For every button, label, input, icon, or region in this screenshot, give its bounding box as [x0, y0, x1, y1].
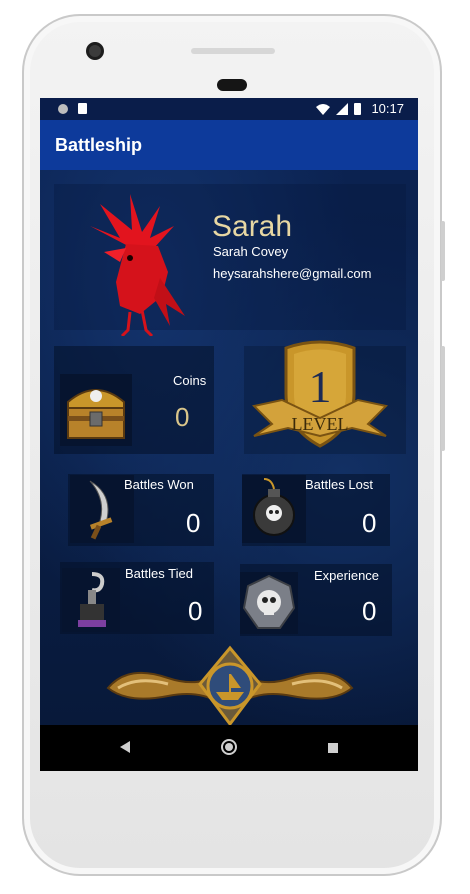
- back-icon[interactable]: [120, 741, 130, 753]
- hook-icon: [62, 568, 120, 632]
- experience-value: 0: [362, 596, 377, 626]
- treasure-chest-icon: [60, 374, 132, 446]
- battles-tied-value: 0: [188, 596, 203, 626]
- profile-content: Sarah Sarah Covey heysarahshere@gmail.co…: [40, 170, 418, 728]
- front-camera: [86, 42, 104, 60]
- wifi-icon: [316, 103, 331, 115]
- battles-won-value: 0: [186, 508, 201, 538]
- app-title: Battleship: [55, 135, 143, 155]
- profile-email: heysarahshere@gmail.com: [213, 266, 372, 281]
- status-bar: 10:17: [40, 98, 418, 120]
- screen: 10:17 Battleship Sarah Sarah Covey heysa…: [40, 98, 418, 771]
- power-button: [441, 221, 445, 281]
- experience-label: Experience: [314, 568, 380, 583]
- nav-bar: [40, 725, 418, 771]
- battles-lost-label: Battles Lost: [305, 477, 373, 492]
- battles-lost-value: 0: [362, 508, 377, 538]
- home-icon[interactable]: [221, 739, 237, 755]
- volume-button: [441, 346, 445, 451]
- profile-full-name: Sarah Covey: [213, 244, 289, 259]
- level-number: 1: [309, 361, 332, 412]
- level-label: LEVEL: [292, 414, 349, 434]
- sd-card-icon: [78, 103, 87, 114]
- red-bird-icon: [90, 194, 185, 336]
- battles-tied-label: Battles Tied: [125, 566, 193, 581]
- coins-label: Coins: [173, 373, 207, 388]
- skull-icon: [240, 572, 298, 634]
- notification-dot-icon: [58, 103, 68, 114]
- signal-icon: [336, 102, 349, 115]
- status-time: 10:17: [371, 101, 404, 116]
- speaker-grille: [191, 48, 275, 54]
- battles-won-label: Battles Won: [124, 477, 194, 492]
- coins-value: 0: [175, 402, 190, 432]
- battery-icon: [354, 102, 362, 115]
- app-bar: Battleship: [40, 120, 418, 170]
- ship-emblem-icon[interactable]: [98, 644, 362, 728]
- profile-name: Sarah: [212, 210, 293, 243]
- bomb-icon: [242, 475, 306, 543]
- level-shield-icon: 1 LEVEL: [252, 340, 388, 448]
- earpiece: [217, 79, 247, 91]
- recents-icon[interactable]: [328, 743, 338, 753]
